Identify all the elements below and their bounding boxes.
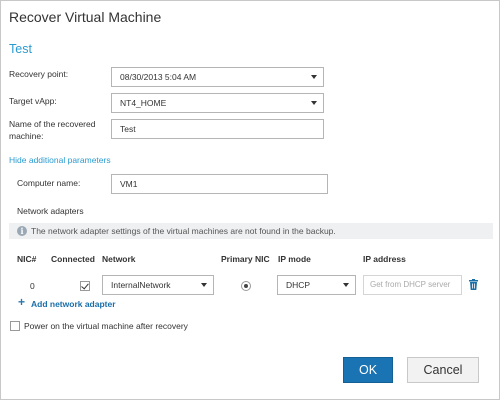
network-select[interactable]: InternalNetwork bbox=[102, 275, 214, 295]
chevron-down-icon bbox=[343, 283, 349, 287]
target-vapp-label: Target vApp: bbox=[9, 96, 57, 106]
info-icon: i bbox=[17, 226, 27, 236]
ip-mode-value: DHCP bbox=[286, 280, 311, 290]
plus-icon: + bbox=[18, 295, 26, 309]
recovery-point-label: Recovery point: bbox=[9, 69, 69, 79]
add-network-adapter-label: Add network adapter bbox=[31, 299, 116, 309]
primary-nic-radio[interactable] bbox=[241, 281, 251, 291]
computer-name-label: Computer name: bbox=[17, 178, 81, 188]
cancel-button[interactable]: Cancel bbox=[407, 357, 479, 383]
section-title: Test bbox=[9, 42, 32, 56]
column-header-ip-address: IP address bbox=[363, 254, 406, 264]
chevron-down-icon bbox=[201, 283, 207, 287]
target-vapp-value: NT4_HOME bbox=[120, 98, 167, 108]
ip-mode-select[interactable]: DHCP bbox=[277, 275, 356, 295]
recovery-point-select[interactable]: 08/30/2013 5:04 AM bbox=[111, 67, 324, 87]
power-on-label: Power on the virtual machine after recov… bbox=[24, 321, 188, 331]
nic-number: 0 bbox=[30, 281, 35, 291]
recovery-point-value: 08/30/2013 5:04 AM bbox=[120, 72, 197, 82]
ok-button[interactable]: OK bbox=[343, 357, 393, 383]
target-vapp-select[interactable]: NT4_HOME bbox=[111, 93, 324, 113]
machine-name-label: Name of the recovered machine: bbox=[9, 119, 96, 141]
chevron-down-icon bbox=[311, 101, 317, 105]
info-message: i The network adapter settings of the vi… bbox=[9, 223, 493, 239]
network-adapters-label: Network adapters bbox=[17, 206, 84, 216]
info-text: The network adapter settings of the virt… bbox=[31, 226, 336, 236]
column-header-network: Network bbox=[102, 254, 136, 264]
column-header-ip-mode: IP mode bbox=[278, 254, 311, 264]
connected-checkbox[interactable] bbox=[80, 281, 90, 291]
recover-vm-dialog: Recover Virtual Machine Test Recovery po… bbox=[0, 0, 500, 400]
dialog-title: Recover Virtual Machine bbox=[9, 9, 162, 25]
column-header-primary-nic: Primary NIC bbox=[221, 254, 270, 264]
trash-icon[interactable] bbox=[469, 279, 478, 290]
ip-address-input[interactable]: Get from DHCP server bbox=[363, 275, 462, 295]
machine-name-input[interactable]: Test bbox=[111, 119, 324, 139]
column-header-nic: NIC# bbox=[17, 254, 37, 264]
hide-additional-parameters-link[interactable]: Hide additional parameters bbox=[9, 155, 111, 165]
power-on-checkbox[interactable] bbox=[10, 321, 20, 331]
network-value: InternalNetwork bbox=[111, 280, 171, 290]
computer-name-input[interactable]: VM1 bbox=[111, 174, 328, 194]
column-header-connected: Connected bbox=[51, 254, 95, 264]
chevron-down-icon bbox=[311, 75, 317, 79]
